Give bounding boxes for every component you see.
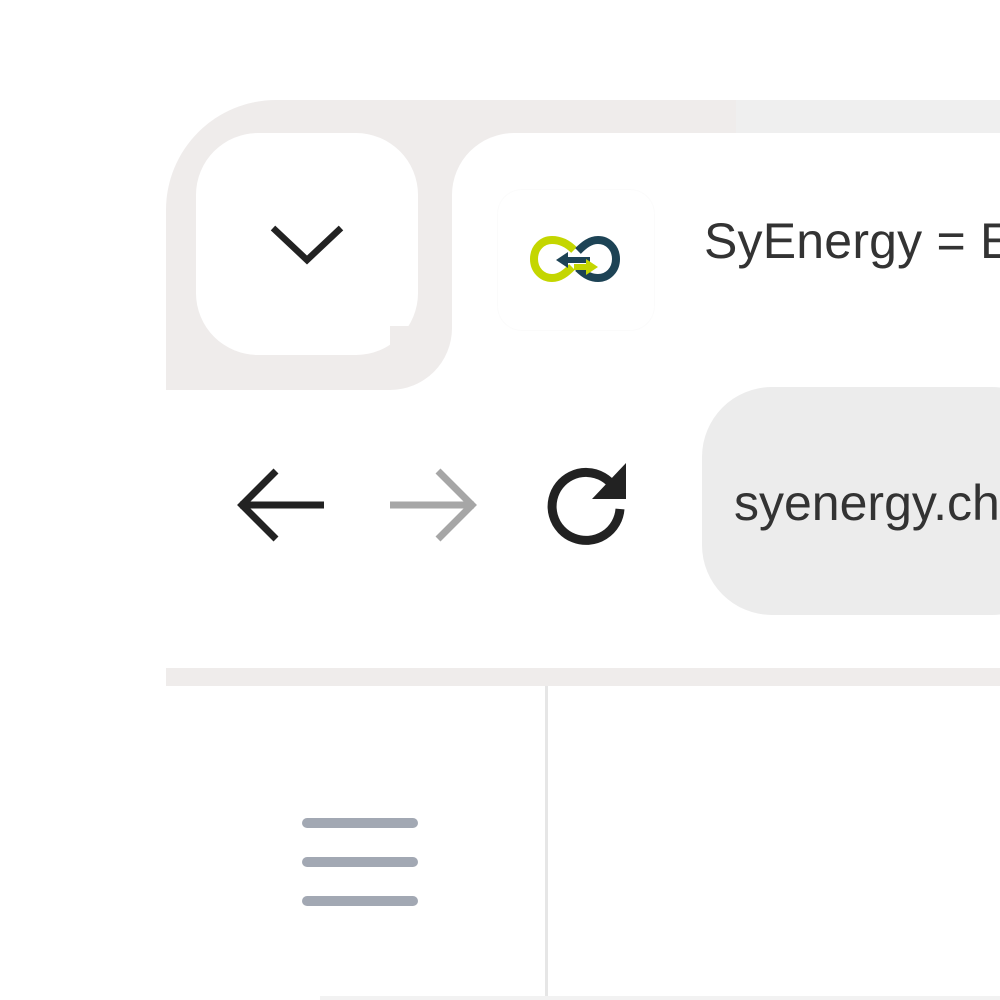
reload-icon xyxy=(547,463,626,545)
arrow-left-icon xyxy=(237,468,324,542)
browser-window: SyEnergy = E syenergy.ch xyxy=(0,0,1000,1000)
chevron-down-icon xyxy=(270,225,344,265)
tab-title: SyEnergy = E xyxy=(704,213,1000,269)
back-button[interactable] xyxy=(230,455,330,555)
menu-button[interactable] xyxy=(290,800,430,920)
arrow-right-icon xyxy=(390,468,477,542)
tab-corner xyxy=(390,326,452,390)
vertical-divider xyxy=(545,686,548,1000)
url-text[interactable]: syenergy.ch xyxy=(734,474,1000,532)
tab-favicon xyxy=(498,190,654,330)
forward-button[interactable] xyxy=(384,455,484,555)
reload-button[interactable] xyxy=(536,455,636,555)
menu-bar-bottom xyxy=(302,896,418,906)
tab-list-button[interactable] xyxy=(196,133,418,355)
menu-bar-middle xyxy=(302,857,418,867)
syenergy-logo-icon xyxy=(529,235,621,283)
menu-bar-top xyxy=(302,818,418,828)
bottom-edge xyxy=(320,996,1000,1000)
toolbar-divider xyxy=(166,668,1000,686)
